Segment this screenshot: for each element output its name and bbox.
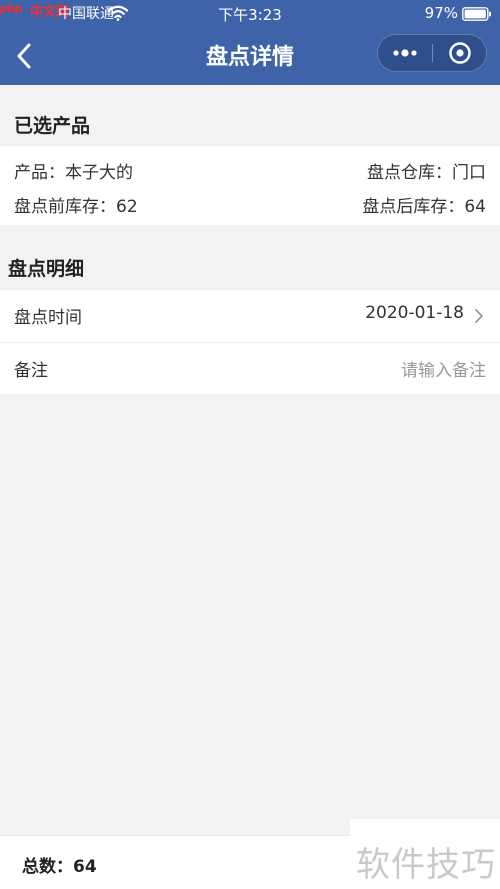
- total-count: 总数：64: [22, 857, 97, 877]
- remark-label: 备注: [14, 361, 48, 381]
- check-time-row[interactable]: 盘点时间 2020-01-18: [0, 290, 500, 342]
- miniprogram-capsule: [377, 34, 487, 72]
- battery-icon: [462, 7, 491, 21]
- details-card: 盘点时间 2020-01-18 备注 请输入备注: [0, 290, 500, 394]
- target-circle-icon: [449, 42, 471, 64]
- selected-product-section-title: 已选产品: [14, 115, 91, 137]
- more-button[interactable]: [378, 35, 432, 71]
- battery-percentage: 97%: [424, 4, 458, 22]
- more-dots-icon: [393, 49, 417, 57]
- status-bar: php 中文网 中国联通 下午3:23 97%: [0, 0, 500, 28]
- stock-after: 盘点后库存：64: [362, 197, 486, 217]
- watermark: 软件技巧: [350, 819, 500, 889]
- check-time-label: 盘点时间: [14, 308, 82, 328]
- top-bar: php 中文网 中国联通 下午3:23 97% 盘点详情: [0, 0, 500, 85]
- details-section-title: 盘点明细: [8, 258, 85, 280]
- warehouse-name: 盘点仓库：门口: [367, 163, 486, 183]
- product-name: 产品：本子大的: [14, 163, 133, 183]
- check-time-value: 2020-01-18: [365, 303, 464, 323]
- stock-before: 盘点前库存：62: [14, 197, 138, 217]
- navigation-bar: 盘点详情: [0, 28, 500, 85]
- remark-input[interactable]: 请输入备注: [401, 356, 486, 381]
- selected-product-card: 产品：本子大的 盘点仓库：门口 盘点前库存：62 盘点后库存：64: [0, 146, 500, 225]
- chevron-right-icon: [475, 309, 483, 323]
- remark-row: 备注 请输入备注: [0, 343, 500, 394]
- watermark-text: 软件技巧: [356, 845, 496, 885]
- close-miniprogram-button[interactable]: [433, 35, 487, 71]
